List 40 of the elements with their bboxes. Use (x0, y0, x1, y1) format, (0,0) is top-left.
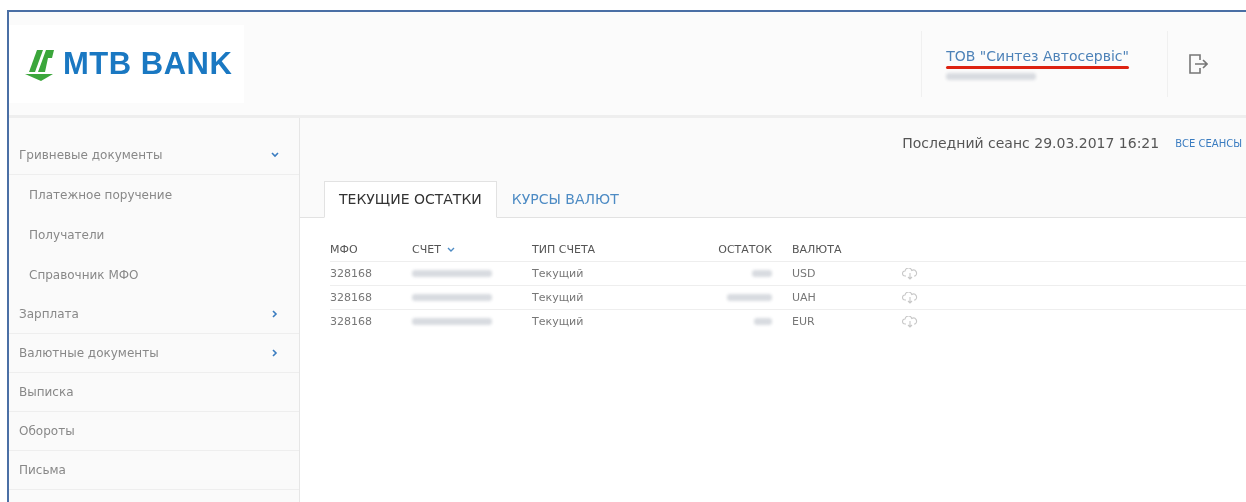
sidebar-subitem[interactable]: Платежное поручение (9, 175, 299, 215)
last-session-text: Последний сеанс 29.03.2017 16:21 (902, 135, 1160, 151)
sidebar-subitem[interactable]: Получатели (9, 215, 299, 255)
company-link[interactable]: ТОВ "Синтез Автосервіс" (946, 47, 1129, 64)
column-header[interactable]: СЧЕТ (412, 243, 441, 256)
column-header[interactable]: ОСТАТОК (718, 243, 772, 256)
sidebar-item[interactable]: Валютные документы (9, 334, 299, 373)
logout-icon (1188, 52, 1208, 75)
tab[interactable]: ТЕКУЩИЕ ОСТАТКИ (324, 181, 497, 218)
sidebar-item[interactable]: Выписка (9, 373, 299, 412)
table-cell: 328168 (330, 291, 372, 304)
sidebar-item[interactable]: Обороты (9, 412, 299, 451)
chevron-right-icon (271, 310, 279, 318)
table-cell: 328168 (330, 267, 372, 280)
cloud-download-icon[interactable] (902, 267, 918, 280)
column-header[interactable]: ТИП СЧЕТА (532, 243, 596, 256)
chevron-right-icon (271, 349, 279, 357)
tab[interactable]: КУРСЫ ВАЛЮТ (496, 181, 634, 218)
table-cell: UAH (792, 291, 816, 304)
table-cell: EUR (792, 315, 815, 328)
sidebar-item[interactable]: Гривневые документы (9, 136, 299, 175)
cloud-download-icon[interactable] (902, 291, 918, 304)
table-cell: Текущий (532, 315, 584, 328)
table-cell: Текущий (532, 267, 584, 280)
chevron-down-icon (271, 151, 279, 159)
table-cell: 328168 (330, 315, 372, 328)
column-header[interactable]: МФО (330, 243, 358, 256)
cloud-download-icon[interactable] (902, 315, 918, 328)
redacted-block (752, 270, 772, 277)
table-cell: USD (792, 267, 816, 280)
sidebar-subitem[interactable]: Справочник МФО (9, 255, 299, 295)
table-cell: Текущий (532, 291, 584, 304)
all-sessions-link[interactable]: ВСЕ СЕАНСЫ (1175, 137, 1242, 149)
redacted-block (754, 318, 772, 325)
column-header[interactable]: ВАЛЮТА (792, 243, 842, 256)
logo-text: MTB BANK (63, 45, 233, 82)
sidebar-item[interactable]: Зарплата (9, 295, 299, 334)
sidebar-item[interactable]: Письма (9, 451, 299, 490)
sort-down-icon (446, 246, 455, 253)
redacted-block (727, 294, 772, 301)
